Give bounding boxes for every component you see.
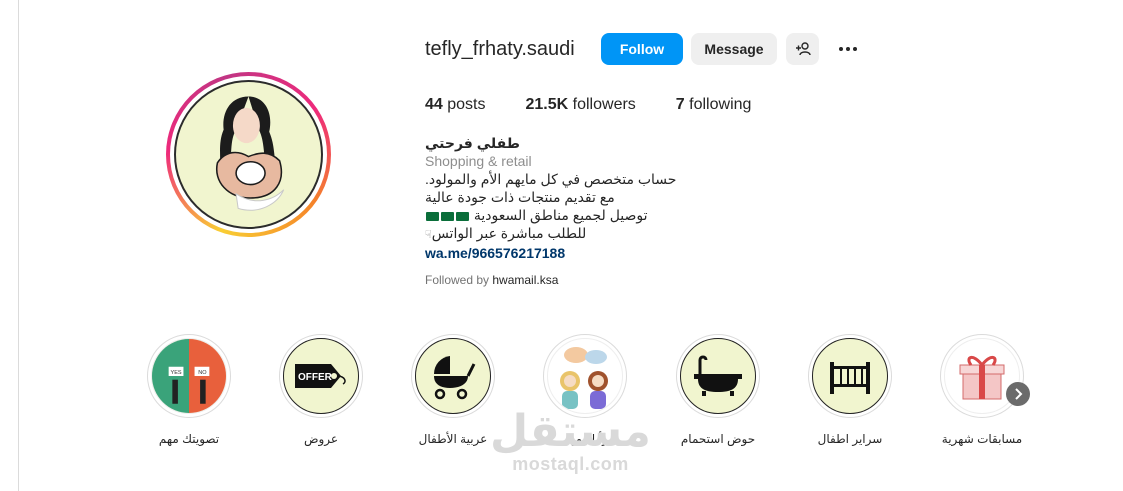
- offer-tag-icon: OFFER: [283, 338, 359, 414]
- highlight-baby-cribs[interactable]: سراير اطفال: [795, 334, 905, 446]
- profile-page: tefly_frhaty.saudi Follow Message 44 pos…: [0, 0, 1123, 491]
- mother-baby-logo-icon: [174, 80, 323, 229]
- highlight-bathtub[interactable]: حوض استحمام: [663, 334, 773, 446]
- svg-text:NO: NO: [198, 370, 207, 376]
- message-button[interactable]: Message: [691, 33, 777, 65]
- followers-stat[interactable]: 21.5K followers: [526, 96, 636, 114]
- chat-women-icon: [547, 338, 623, 414]
- svg-text:YES: YES: [171, 370, 182, 376]
- highlight-your-vote[interactable]: YES NO تصويتك مهم: [134, 334, 244, 446]
- svg-text:OFFER: OFFER: [298, 372, 333, 383]
- follow-button[interactable]: Follow: [601, 33, 683, 65]
- watermark: مستقل mostaql.com: [490, 407, 651, 475]
- more-options-icon[interactable]: [834, 38, 862, 60]
- saudi-flag-icon: [425, 207, 470, 223]
- profile-bio: طفلي فرحتي Shopping & retail حساب متخصص …: [425, 134, 676, 262]
- highlights-next-button[interactable]: [1006, 382, 1030, 406]
- profile-username: tefly_frhaty.saudi: [425, 38, 575, 60]
- following-stat[interactable]: 7 following: [676, 96, 752, 114]
- followed-by[interactable]: Followed by hwamail.ksa: [425, 273, 558, 287]
- bathtub-icon: [680, 338, 756, 414]
- vote-yes-no-icon: YES NO: [151, 338, 227, 414]
- bio-line: حساب متخصص في كل مايهم الأم والمولود.: [425, 171, 677, 187]
- posts-stat[interactable]: 44 posts: [425, 96, 486, 114]
- suggest-user-button[interactable]: [786, 33, 819, 65]
- chevron-right-icon: [1015, 388, 1023, 400]
- profile-display-name: طفلي فرحتي: [425, 135, 520, 151]
- profile-category: Shopping & retail: [425, 153, 532, 169]
- stroller-icon: [415, 338, 491, 414]
- highlight-offers[interactable]: OFFER عروض: [266, 334, 376, 446]
- add-person-icon: [795, 42, 811, 56]
- gift-icon: [944, 338, 1020, 414]
- bio-link[interactable]: wa.me/966576217188: [425, 244, 676, 262]
- bio-line: مع تقديم منتجات ذات جودة عالية: [425, 189, 615, 205]
- bio-line: توصيل لجميع مناطق السعودية: [425, 206, 676, 224]
- sidebar-divider: [18, 0, 19, 491]
- profile-stats: 44 posts 21.5K followers 7 following: [425, 96, 791, 114]
- pointing-hand-icon: ☟: [425, 229, 432, 241]
- bio-line: للطلب مباشرة عبر الواتس☟: [425, 225, 587, 241]
- profile-avatar[interactable]: [166, 72, 331, 237]
- crib-icon: [812, 338, 888, 414]
